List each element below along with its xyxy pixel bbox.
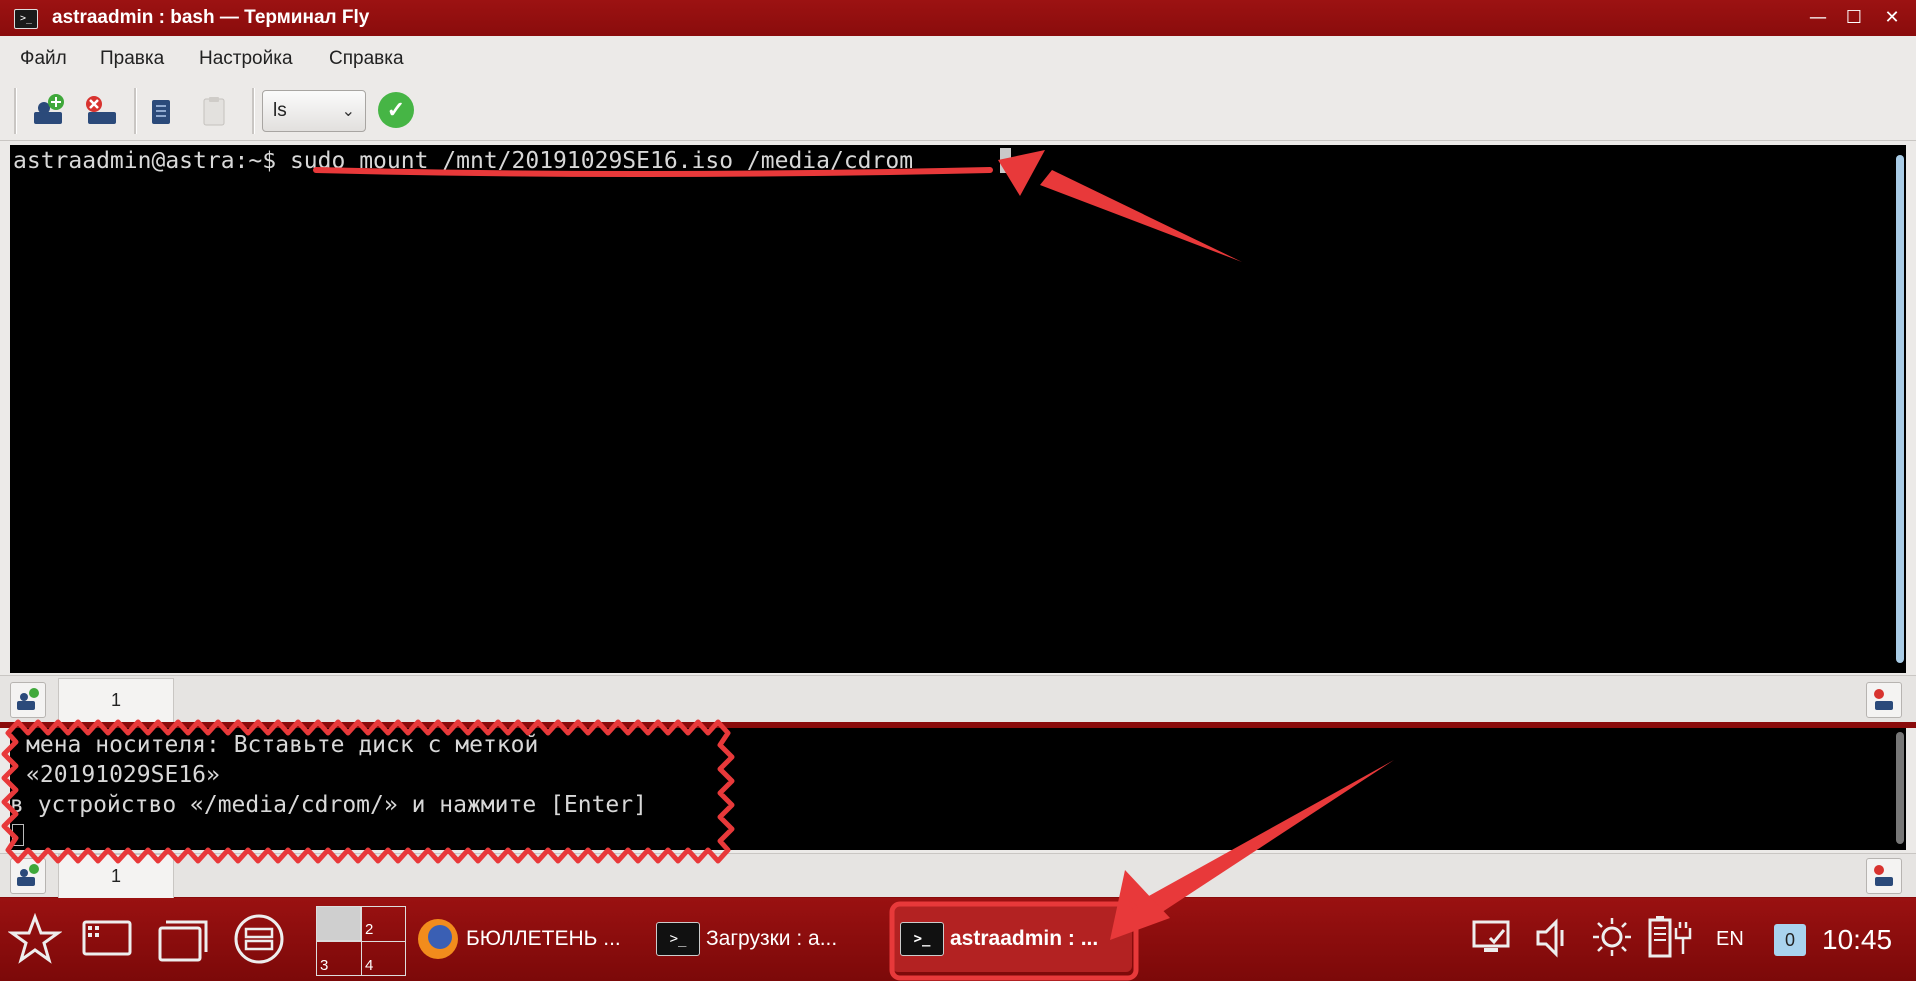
terminal-command: sudo mount /mnt/20191029SE16.iso /media/… <box>289 148 914 174</box>
scrollbar[interactable] <box>1896 732 1904 844</box>
clock[interactable]: 10:45 <box>1822 898 1892 981</box>
copy-icon <box>152 100 170 124</box>
terminal-icon: >_ <box>14 9 38 29</box>
window-title: astraadmin : bash — Терминал Fly <box>52 7 370 28</box>
desktop-pager[interactable]: 2 3 4 <box>316 906 406 976</box>
show-desktop-button[interactable] <box>80 912 134 966</box>
toolbar: ls ⌄ ✓ <box>0 82 1916 141</box>
menu-edit[interactable]: Правка <box>100 36 164 82</box>
close-button[interactable]: ✕ <box>1880 6 1904 30</box>
taskbar-item-browser[interactable]: БЮЛЛЕТЕНЬ ... <box>414 906 632 972</box>
paste-icon <box>203 97 225 126</box>
star-icon <box>7 912 63 964</box>
terminal-line: «20191029SE16» <box>26 762 220 788</box>
battery-icon[interactable] <box>1646 914 1696 962</box>
brightness-icon[interactable] <box>1590 914 1634 962</box>
command-combo[interactable]: ls ⌄ <box>262 90 366 132</box>
notifications-badge[interactable]: 0 <box>1774 924 1806 956</box>
network-icon <box>1472 920 1510 952</box>
taskbar-item-label: astraadmin : ... <box>950 927 1099 950</box>
scrollbar[interactable] <box>1896 155 1904 663</box>
terminal-line: мена носителя: Вставьте диск с меткой <box>26 732 539 758</box>
start-menu-button[interactable] <box>7 912 63 966</box>
terminal-output-main[interactable]: astraadmin@astra:~$ sudo mount /mnt/2019… <box>10 145 1906 673</box>
pager-label: 2 <box>365 921 374 938</box>
terminal-cursor <box>12 824 24 846</box>
terminal-line: astraadmin@astra:~$ sudo mount /mnt/2019… <box>13 147 913 175</box>
keyboard-layout[interactable]: EN <box>1716 898 1744 981</box>
execute-button[interactable]: ✓ <box>378 92 414 128</box>
taskbar-item-downloads[interactable]: >_ Загрузки : a... <box>656 906 866 972</box>
tab-bar: 1 <box>0 853 1916 898</box>
new-tab-button[interactable] <box>10 682 46 718</box>
toolbar-separator <box>252 88 255 134</box>
menu-settings[interactable]: Настройка <box>199 36 293 82</box>
file-manager-button[interactable] <box>232 912 286 966</box>
paste-button[interactable] <box>193 90 235 132</box>
drive-icon <box>234 914 284 964</box>
maximize-button[interactable]: ☐ <box>1842 6 1866 30</box>
terminal-cursor <box>1000 148 1011 173</box>
close-terminal-icon <box>1874 865 1893 886</box>
taskbar-item-label: Загрузки : a... <box>706 927 838 950</box>
new-terminal-icon <box>17 864 39 886</box>
close-tab-button[interactable] <box>1866 858 1902 894</box>
sun-icon <box>1593 918 1631 956</box>
battery-power-icon <box>1648 916 1692 958</box>
chevron-down-icon: ⌄ <box>341 103 355 120</box>
copy-button[interactable] <box>140 90 182 132</box>
desktop-icon <box>82 920 132 956</box>
tab-1[interactable]: 1 <box>58 854 174 898</box>
minimize-button[interactable]: — <box>1806 6 1830 30</box>
taskbar-item-terminal-active[interactable]: >_ astraadmin : ... <box>892 906 1132 972</box>
speaker-icon <box>1536 918 1564 958</box>
windows-list-button[interactable] <box>156 912 210 966</box>
menu-bar: Файл Правка Настройка Справка <box>0 36 1916 82</box>
volume-icon[interactable] <box>1532 914 1572 962</box>
close-terminal-icon <box>86 96 116 124</box>
pager-label: 3 <box>320 957 329 974</box>
terminal-window-main: >_ astraadmin : bash — Терминал Fly — ☐ … <box>0 0 1916 726</box>
new-tab-button[interactable] <box>10 858 46 894</box>
tab-1[interactable]: 1 <box>58 678 174 722</box>
terminal-window-secondary: мена носителя: Вставьте диск с меткой «2… <box>0 728 1916 898</box>
terminal-line: в устройство «/media/cdrom/» и нажмите [… <box>10 792 647 818</box>
tab-bar: 1 <box>0 675 1916 723</box>
taskbar-item-label: БЮЛЛЕТЕНЬ ... <box>466 927 621 950</box>
menu-file[interactable]: Файл <box>20 36 67 82</box>
close-tab-button[interactable] <box>1866 682 1902 718</box>
firefox-icon <box>418 919 458 960</box>
toolbar-separator <box>14 88 17 134</box>
terminal-prompt: astraadmin@astra:~$ <box>13 148 290 174</box>
taskbar: 2 3 4 БЮЛЛЕТЕНЬ ... >_ Загрузки : a... >_… <box>0 898 1916 981</box>
pager-label: 4 <box>365 957 374 974</box>
checkmark-icon: ✓ <box>386 97 406 122</box>
terminal-icon: >_ <box>900 922 944 957</box>
menu-help[interactable]: Справка <box>329 36 404 82</box>
command-combo-value: ls <box>273 100 287 121</box>
pager-desktop-1[interactable] <box>317 907 361 941</box>
terminal-output-secondary[interactable]: мена носителя: Вставьте диск с меткой «2… <box>10 728 1906 850</box>
close-terminal-icon <box>1874 689 1893 710</box>
new-terminal-icon <box>34 94 64 124</box>
close-tab-button[interactable] <box>80 90 122 132</box>
title-bar[interactable]: >_ astraadmin : bash — Терминал Fly — ☐ … <box>0 0 1916 36</box>
windows-icon <box>158 920 208 962</box>
new-tab-button[interactable] <box>28 90 70 132</box>
network-icon[interactable] <box>1470 914 1516 962</box>
terminal-icon: >_ <box>656 922 700 957</box>
new-terminal-icon <box>17 688 39 710</box>
toolbar-separator <box>134 88 137 134</box>
pager-divider <box>317 941 405 942</box>
